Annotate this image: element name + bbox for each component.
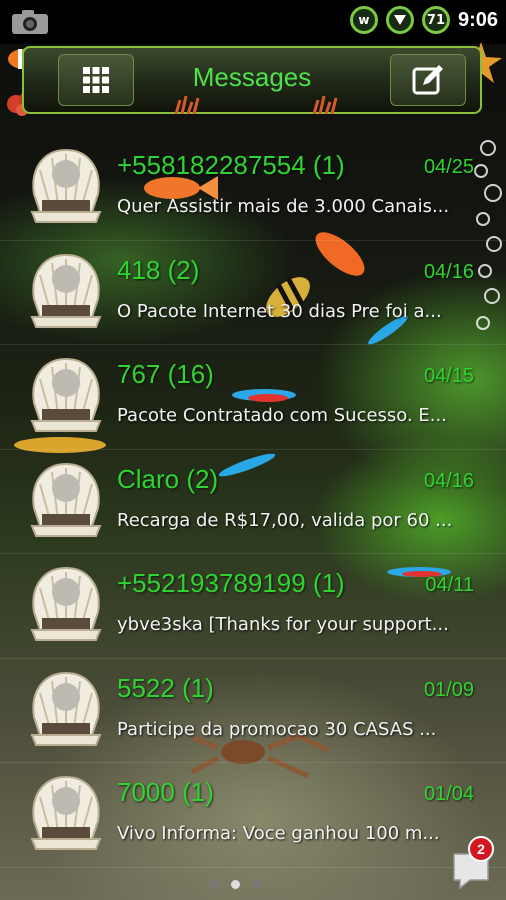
conversation-item[interactable]: Claro (2) 04/16 Recarga de R$17,00, vali… bbox=[0, 450, 506, 554]
conversation-name: 7000 (1) bbox=[117, 777, 214, 807]
shell-avatar-icon bbox=[30, 462, 102, 537]
page-dot-active[interactable] bbox=[231, 880, 240, 889]
notification-badge: 2 bbox=[468, 836, 494, 862]
battery-icon: 71 bbox=[421, 6, 450, 34]
shell-avatar-icon bbox=[30, 775, 102, 850]
conversation-date: 04/16 bbox=[423, 260, 474, 283]
conversation-item[interactable]: +558182287554 (1) 04/25 Quer Assistir ma… bbox=[0, 136, 506, 241]
conversation-date: 01/09 bbox=[423, 678, 474, 701]
conversation-snippet: Pacote Contratado com Sucesso. E... bbox=[117, 405, 447, 426]
battery-level: 71 bbox=[426, 12, 446, 28]
signal-icon bbox=[385, 6, 414, 34]
conversation-date: 04/11 bbox=[425, 574, 474, 596]
status-bar: w 71 9:06 bbox=[0, 0, 506, 44]
conversation-list: +558182287554 (1) 04/25 Quer Assistir ma… bbox=[0, 136, 506, 868]
shell-avatar-icon bbox=[30, 566, 102, 641]
clock: 9:06 bbox=[457, 8, 498, 31]
shell-avatar-icon bbox=[30, 148, 102, 223]
conversation-item[interactable]: +552193789199 (1) 04/11 ybve3ska [Thanks… bbox=[0, 554, 506, 659]
conversation-name: Claro (2) bbox=[117, 463, 219, 494]
screenshot-icon bbox=[10, 8, 50, 40]
conversation-snippet: Participe da promocao 30 CASAS ... bbox=[117, 718, 437, 740]
conversation-name: +558182287554 (1) bbox=[117, 150, 345, 180]
page-indicator bbox=[210, 880, 261, 889]
conversation-name: 767 (16) bbox=[117, 359, 214, 389]
page-dot[interactable] bbox=[210, 880, 219, 889]
page-dot[interactable] bbox=[252, 880, 261, 889]
conversation-item[interactable]: 5522 (1) 01/09 Participe da promocao 30 … bbox=[0, 659, 506, 763]
compose-button[interactable] bbox=[390, 54, 466, 106]
conversation-name: 5522 (1) bbox=[117, 672, 214, 703]
conversation-date: 04/25 bbox=[423, 156, 474, 178]
shell-avatar-icon bbox=[30, 253, 102, 328]
conversation-snippet: O Pacote Internet 30 dias Pre foi a... bbox=[117, 300, 442, 322]
header-bar: Messages bbox=[22, 46, 482, 114]
conversation-snippet: Vivo Informa: Voce ganhou 100 m... bbox=[117, 823, 440, 844]
conversation-date: 04/16 bbox=[423, 469, 474, 492]
compose-icon bbox=[412, 65, 443, 95]
coral-decoration-icon bbox=[174, 95, 200, 114]
shell-avatar-icon bbox=[30, 357, 102, 432]
conversation-date: 04/15 bbox=[423, 365, 474, 387]
conversation-name: +552193789199 (1) bbox=[117, 568, 345, 598]
conversation-item[interactable]: 767 (16) 04/15 Pacote Contratado com Suc… bbox=[0, 345, 506, 450]
conversation-name: 418 (2) bbox=[117, 254, 200, 285]
conversation-snippet: Recarga de R$17,00, valida por 60 ... bbox=[117, 509, 453, 531]
whatsapp-icon: w bbox=[349, 6, 378, 34]
coral-decoration-icon bbox=[312, 95, 338, 114]
conversation-item[interactable]: 7000 (1) 01/04 Vivo Informa: Voce ganhou… bbox=[0, 763, 506, 868]
conversation-snippet: ybve3ska [Thanks for your support... bbox=[117, 614, 449, 635]
shell-avatar-icon bbox=[30, 671, 102, 746]
conversation-date: 01/04 bbox=[423, 783, 474, 805]
conversation-snippet: Quer Assistir mais de 3.000 Canais... bbox=[117, 196, 450, 217]
conversation-item[interactable]: 418 (2) 04/16 O Pacote Internet 30 dias … bbox=[0, 241, 506, 345]
